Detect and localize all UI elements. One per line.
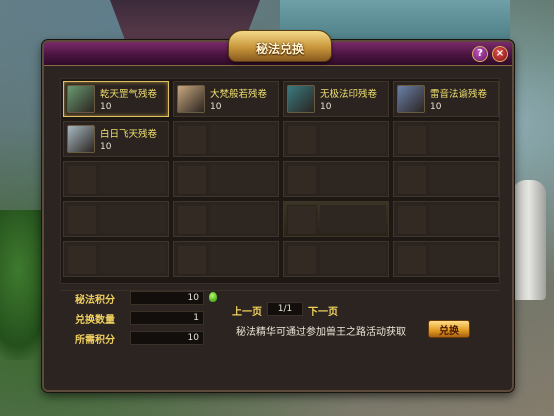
exchange-button[interactable]: 兑换 [428,320,470,338]
item-slot[interactable]: 无极法印残卷 10 [283,81,389,117]
item-name: 无极法印残卷 [320,89,378,100]
item-count: 10 [320,102,332,112]
item-grid: 乾天罡气残卷 10 大梵般若残卷 10 无极法印残卷 10 雷音法谕残卷 10 白日飞天残卷 10 [60,78,500,284]
qty-label: 兑换数量 [75,315,115,326]
empty-slot[interactable] [63,161,169,197]
page-indicator: 1/1 [267,302,303,316]
empty-slot[interactable] [283,201,389,237]
cost-label: 所需积分 [75,335,115,346]
item-slot[interactable]: 雷音法谕残卷 10 [393,81,499,117]
item-slot[interactable]: 大梵般若残卷 10 [173,81,279,117]
empty-slot[interactable] [283,161,389,197]
points-label: 秘法积分 [75,295,115,306]
empty-slot[interactable] [63,201,169,237]
empty-slot[interactable] [173,161,279,197]
window-title: 秘法兑换 [255,42,304,56]
next-page-button[interactable]: 下一页 [308,303,338,318]
close-button[interactable]: × [492,46,508,62]
item-name: 雷音法谕残卷 [430,89,488,100]
help-button[interactable]: ? [472,46,488,62]
scroll-spring-icon [67,85,95,113]
item-count: 10 [210,102,222,112]
empty-slot[interactable] [393,201,499,237]
scroll-blue-icon [397,85,425,113]
exchange-controls: 秘法积分 10 兑换数量 1 所需积分 10 上一页 1/1 下一页 秘法精华可… [60,290,500,356]
empty-slot[interactable] [393,161,499,197]
exchange-panel: 秘法兑换 ? × 乾天罡气残卷 10 大梵般若残卷 10 无极法印残卷 10 雷音法谕残卷 1… [42,30,514,392]
cost-value: 10 [130,331,204,345]
empty-slot[interactable] [283,241,389,277]
item-slot[interactable]: 白日飞天残卷 10 [63,121,169,157]
item-count: 10 [430,102,442,112]
empty-slot[interactable] [173,121,279,157]
background-pillar [512,180,546,300]
title-plaque: 秘法兑换 [228,30,332,62]
scroll-paper-icon [177,85,205,113]
item-name: 乾天罡气残卷 [100,89,158,100]
item-name: 白日飞天残卷 [100,129,158,140]
gem-icon [209,292,217,302]
book-teal-icon [287,85,315,113]
empty-slot[interactable] [173,201,279,237]
item-count: 10 [100,142,112,152]
points-value: 10 [130,291,204,305]
qty-input[interactable]: 1 [130,311,204,325]
item-name: 大梵般若残卷 [210,89,268,100]
empty-slot[interactable] [393,241,499,277]
empty-slot[interactable] [63,241,169,277]
empty-slot[interactable] [173,241,279,277]
empty-slot[interactable] [283,121,389,157]
empty-slot[interactable] [393,121,499,157]
hint-text: 秘法精华可通过参加兽王之路活动获取 [236,327,406,338]
item-count: 10 [100,102,112,112]
item-slot[interactable]: 乾天罡气残卷 10 [63,81,169,117]
title-bar[interactable]: 秘法兑换 ? × [44,30,512,66]
book-white-icon [67,125,95,153]
prev-page-button[interactable]: 上一页 [232,303,262,318]
